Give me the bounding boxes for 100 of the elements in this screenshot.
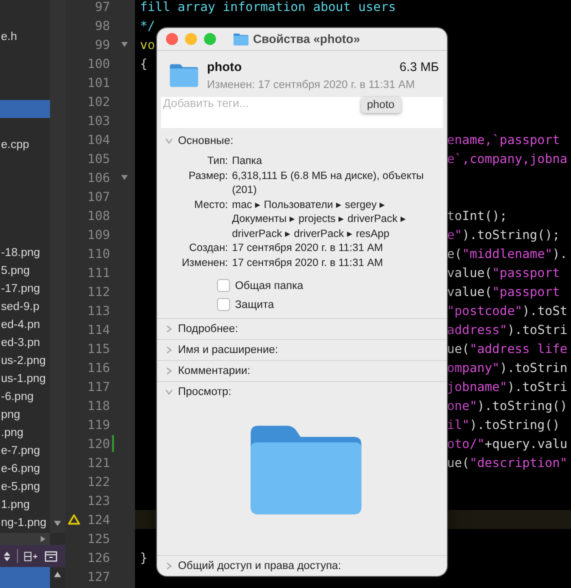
tooltip: photo: [361, 97, 401, 113]
file-row[interactable]: .png: [0, 424, 50, 442]
file-row[interactable]: e-5.png: [0, 478, 50, 496]
line-number: 103: [86, 113, 110, 128]
code-text: e`,company,jobna: [447, 151, 568, 166]
code-text: oto/"+query.valu: [447, 436, 568, 451]
sort-arrows-icon[interactable]: [3, 550, 11, 562]
line-number: 117: [86, 379, 110, 394]
line-number: 98: [94, 18, 110, 33]
file-size: 6.3 МБ: [400, 60, 439, 74]
code-text: ename,`passport: [447, 132, 560, 147]
code-text: ue("description": [447, 455, 568, 470]
code-text: vo: [140, 37, 156, 52]
field-value: 17 сентября 2020 г. в 11:31 AM: [232, 256, 384, 270]
line-number: 105: [86, 151, 110, 166]
file-name: photo: [207, 60, 242, 74]
code-text: fill array information about users: [140, 0, 396, 14]
file-row[interactable]: ed-4.pn: [0, 316, 50, 334]
scroll-right-icon[interactable]: [40, 535, 46, 543]
code-text: jobname").toStri: [447, 379, 568, 394]
file-row[interactable]: -17.png: [0, 280, 50, 298]
add-split-icon[interactable]: [24, 550, 38, 562]
line-number: 102: [86, 94, 110, 109]
code-text: {: [140, 56, 148, 71]
file-row[interactable]: -18.png: [0, 244, 50, 262]
section-header[interactable]: Имя и расширение:: [178, 344, 278, 356]
dropdown-arrow-icon[interactable]: [53, 520, 62, 527]
section-header[interactable]: Комментарии:: [178, 365, 250, 377]
file-row[interactable]: ed-3.pn: [0, 334, 50, 352]
line-number: 100: [86, 56, 110, 71]
field-label: Изменен:: [180, 256, 228, 270]
disclosure-chevron-icon[interactable]: [165, 137, 173, 145]
file-row[interactable]: png: [0, 406, 50, 424]
line-number: 99: [94, 37, 110, 52]
line-number: 108: [86, 208, 110, 223]
file-row[interactable]: us-2.png: [0, 352, 50, 370]
line-number: 106: [86, 170, 110, 185]
section-header[interactable]: Общий доступ и права доступа:: [178, 560, 342, 572]
file-row[interactable]: [0, 100, 50, 118]
code-text: e").toString();: [447, 227, 560, 242]
disclosure-chevron-icon[interactable]: [165, 562, 173, 570]
line-number: 124: [86, 512, 110, 527]
field-value: Папка: [232, 154, 264, 168]
code-text: */: [140, 18, 156, 33]
line-number: 114: [86, 322, 110, 337]
file-row[interactable]: sed-9.p: [0, 298, 50, 316]
code-text: toInt();: [447, 208, 508, 223]
folder-icon: [169, 63, 199, 88]
disclosure-chevron-icon[interactable]: [165, 346, 173, 354]
line-number: 113: [86, 303, 110, 318]
field-label: Место:: [193, 198, 228, 212]
disclosure-chevron-icon[interactable]: [165, 367, 173, 375]
change-marker: [112, 435, 114, 452]
line-number: 121: [86, 455, 110, 470]
zoom-button[interactable]: [204, 33, 216, 45]
file-row[interactable]: 1.png: [0, 496, 50, 514]
field-label: Тип:: [206, 154, 228, 168]
field-value: 6,318,111 Б (6.8 МБ на диске), объекты (201): [232, 168, 424, 198]
code-text: }: [140, 550, 148, 565]
checkbox[interactable]: [217, 279, 230, 292]
line-number: 126: [86, 550, 110, 565]
checkbox-label: Защита: [235, 298, 274, 310]
file-row[interactable]: ng-1.png: [0, 514, 50, 532]
section-header[interactable]: Подробнее:: [178, 323, 238, 335]
file-row[interactable]: e-7.png: [0, 442, 50, 460]
line-number: 112: [86, 284, 110, 299]
scroll-up-icon[interactable]: [53, 571, 62, 578]
line-number: 122: [86, 474, 110, 489]
line-number: 115: [86, 341, 110, 356]
disclosure-chevron-icon[interactable]: [165, 325, 173, 333]
fold-arrow-icon[interactable]: [120, 175, 128, 180]
code-text: e("middlename").: [447, 246, 568, 261]
file-row[interactable]: e.cpp: [0, 136, 50, 154]
line-number: 119: [86, 417, 110, 432]
horizontal-scrollbar[interactable]: [0, 533, 50, 545]
close-button[interactable]: [166, 33, 178, 45]
line-number: 104: [86, 132, 110, 147]
checkbox[interactable]: [217, 298, 230, 311]
warning-icon[interactable]: [68, 514, 80, 525]
line-number: 109: [86, 227, 110, 242]
file-row[interactable]: e-6.png: [0, 460, 50, 478]
code-text: ue("address life: [447, 341, 568, 356]
code-text: "postcode").toSt: [447, 303, 568, 318]
field-label: Размер:: [188, 168, 228, 184]
line-number: 111: [86, 265, 110, 280]
window-title: Свойства «photo»: [253, 32, 360, 46]
window-icon[interactable]: [44, 550, 58, 562]
file-row[interactable]: -6.png: [0, 388, 50, 406]
file-row[interactable]: e.h: [0, 28, 50, 46]
disclosure-chevron-icon[interactable]: [165, 388, 173, 396]
code-text: address").toStri: [447, 322, 568, 337]
line-number: 120: [86, 436, 110, 451]
section-header[interactable]: Просмотр:: [178, 386, 232, 398]
file-row[interactable]: 5.png: [0, 262, 50, 280]
section-header[interactable]: Основные:: [178, 135, 234, 147]
file-row[interactable]: us-1.png: [0, 370, 50, 388]
code-text: value("passport: [447, 284, 560, 299]
minimize-button[interactable]: [185, 33, 197, 45]
fold-arrow-icon[interactable]: [120, 42, 128, 47]
line-number: 110: [86, 246, 110, 261]
